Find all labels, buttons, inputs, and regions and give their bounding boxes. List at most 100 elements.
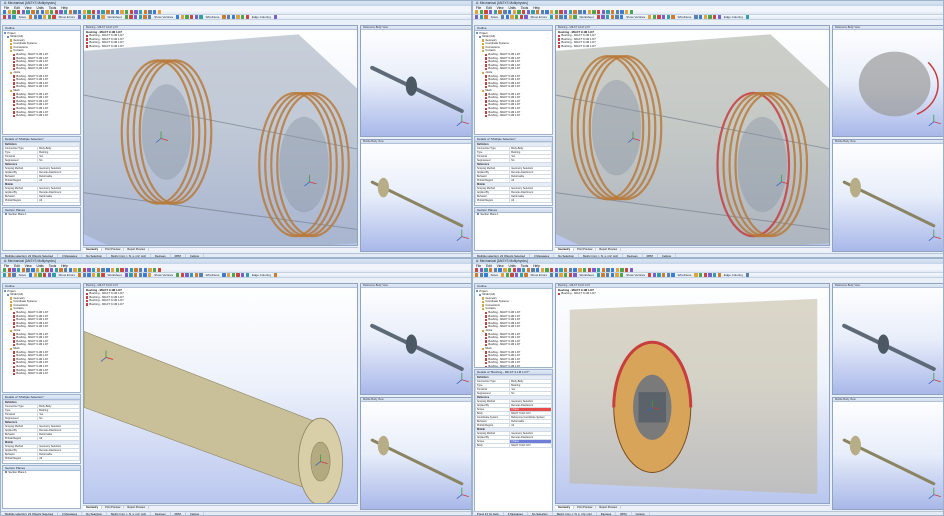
toolbar-label[interactable]: Show Vertices <box>626 15 645 19</box>
toolbar-button-icon[interactable] <box>40 268 44 272</box>
toolbar-button-icon[interactable] <box>666 15 671 19</box>
model-graphics[interactable] <box>556 288 830 504</box>
tab-geometry[interactable]: Geometry <box>83 506 103 509</box>
toolbar-button-icon[interactable] <box>236 15 240 19</box>
mobile-body-view[interactable]: Mobile Body View <box>360 139 471 252</box>
toolbar-label[interactable]: Show Errors <box>531 273 548 277</box>
toolbar-button-icon[interactable] <box>82 15 86 19</box>
toolbar-button-icon[interactable] <box>7 15 12 19</box>
tree-item[interactable]: Bushing - MILKT 9.1M 1.D7 <box>476 365 551 367</box>
toolbar-button-icon[interactable] <box>568 273 572 277</box>
toolbar-button-icon[interactable] <box>671 273 675 277</box>
toolbar-button-icon[interactable] <box>231 15 235 19</box>
toolbar-label[interactable]: Show Errors <box>531 15 548 19</box>
details-value[interactable]: All <box>37 197 80 203</box>
toolbar-button-icon[interactable] <box>540 268 545 272</box>
toolbar-button-icon[interactable] <box>475 10 479 14</box>
toolbar-button-icon[interactable] <box>129 268 133 272</box>
toolbar-button-icon[interactable] <box>717 15 722 19</box>
toolbar-button-icon[interactable] <box>549 273 554 277</box>
toolbar-button-icon[interactable] <box>559 10 563 14</box>
toolbar-button-icon[interactable] <box>605 15 610 19</box>
toolbar-button-icon[interactable] <box>129 273 133 277</box>
toolbar-button-icon[interactable] <box>500 15 505 19</box>
toolbar-button-icon[interactable] <box>526 268 530 272</box>
toolbar-button-icon[interactable] <box>68 10 73 14</box>
toolbar-button-icon[interactable] <box>59 10 63 14</box>
toolbar-button-icon[interactable] <box>712 273 717 277</box>
toolbar-button-icon[interactable] <box>143 273 147 277</box>
toolbar-button-icon[interactable] <box>500 273 505 277</box>
toolbar-button-icon[interactable] <box>578 10 582 14</box>
toolbar-button-icon[interactable] <box>484 10 488 14</box>
toolbar-button-icon[interactable] <box>559 268 563 272</box>
toolbar-button-icon[interactable] <box>138 15 142 19</box>
toolbar-button-icon[interactable] <box>31 268 35 272</box>
toolbar-button-icon[interactable] <box>175 15 180 19</box>
toolbar-button-icon[interactable] <box>662 273 666 277</box>
toolbar-button-icon[interactable] <box>134 268 138 272</box>
toolbar-label[interactable]: Worksheet <box>107 15 121 19</box>
model-graphics[interactable] <box>84 30 358 246</box>
toolbar-button-icon[interactable] <box>578 268 582 272</box>
tab-print-preview[interactable]: Print Preview <box>102 248 125 251</box>
toolbar-button-icon[interactable] <box>708 273 712 277</box>
toolbar-button-icon[interactable] <box>517 268 521 272</box>
toolbar-button-icon[interactable] <box>657 273 661 277</box>
tab-print-preview[interactable]: Print Preview <box>102 506 125 509</box>
toolbar-label[interactable]: Edge Coloring <box>724 273 743 277</box>
toolbar-button-icon[interactable] <box>514 273 519 277</box>
toolbar-button-icon[interactable] <box>42 273 47 277</box>
toolbar-button-icon[interactable] <box>554 10 559 14</box>
toolbar-button-icon[interactable] <box>236 273 240 277</box>
toolbar-button-icon[interactable] <box>694 273 698 277</box>
toolbar-button-icon[interactable] <box>240 15 245 19</box>
toolbar-button-icon[interactable] <box>54 268 58 272</box>
toolbar-button-icon[interactable] <box>610 10 615 14</box>
toolbar-button-icon[interactable] <box>52 15 56 19</box>
details-row[interactable]: Pinball Region All <box>3 455 80 461</box>
toolbar-button-icon[interactable] <box>175 273 180 277</box>
toolbar-button-icon[interactable] <box>703 273 707 277</box>
toolbar-button-icon[interactable] <box>568 268 573 272</box>
toolbar-button-icon[interactable] <box>507 10 512 14</box>
toolbar-button-icon[interactable] <box>601 268 605 272</box>
status-field[interactable]: 3 Messages <box>58 512 83 515</box>
toolbar-button-icon[interactable] <box>91 273 96 277</box>
toolbar-button-icon[interactable] <box>147 15 152 19</box>
toolbar-button-icon[interactable] <box>568 10 573 14</box>
toolbar-label[interactable]: Worksheet <box>107 273 121 277</box>
toolbar-button-icon[interactable] <box>592 268 596 272</box>
toolbar-button-icon[interactable] <box>587 10 591 14</box>
toolbar-button-icon[interactable] <box>101 15 105 19</box>
toolbar-button-icon[interactable] <box>138 268 143 272</box>
tab-geometry[interactable]: Geometry <box>83 248 103 251</box>
toolbar-button-icon[interactable] <box>592 10 596 14</box>
toolbar-button-icon[interactable] <box>133 15 138 19</box>
toolbar-button-icon[interactable] <box>31 10 35 14</box>
toolbar-button-icon[interactable] <box>489 10 493 14</box>
toolbar-button-icon[interactable] <box>7 10 12 14</box>
model-graphics[interactable] <box>84 288 358 504</box>
toolbar-button-icon[interactable] <box>652 15 657 19</box>
toolbar-button-icon[interactable] <box>21 268 26 272</box>
details-row[interactable]: Body MILKT 9.1M 1.D7 <box>475 442 552 448</box>
toolbar-button-icon[interactable] <box>512 268 516 272</box>
toolbar-label[interactable]: Show Errors <box>59 15 76 19</box>
toolbar-button-icon[interactable] <box>550 268 554 272</box>
tab-print-preview[interactable]: Print Preview <box>574 248 597 251</box>
toolbar-button-icon[interactable] <box>190 15 194 19</box>
toolbar-button-icon[interactable] <box>49 10 54 14</box>
toolbar-button-icon[interactable] <box>96 268 101 272</box>
toolbar-button-icon[interactable] <box>573 273 577 277</box>
reference-body-view[interactable]: Reference Body View <box>832 25 943 137</box>
toolbar-button-icon[interactable] <box>666 273 671 277</box>
toolbar-button-icon[interactable] <box>526 10 530 14</box>
details-value[interactable]: All <box>509 197 552 203</box>
toolbar-button-icon[interactable] <box>610 268 615 272</box>
toolbar-button-icon[interactable] <box>493 10 498 14</box>
toolbar-button-icon[interactable] <box>47 273 52 277</box>
toolbar-label[interactable]: Solve <box>491 15 499 19</box>
toolbar-button-icon[interactable] <box>231 273 235 277</box>
toolbar-button-icon[interactable] <box>606 268 610 272</box>
